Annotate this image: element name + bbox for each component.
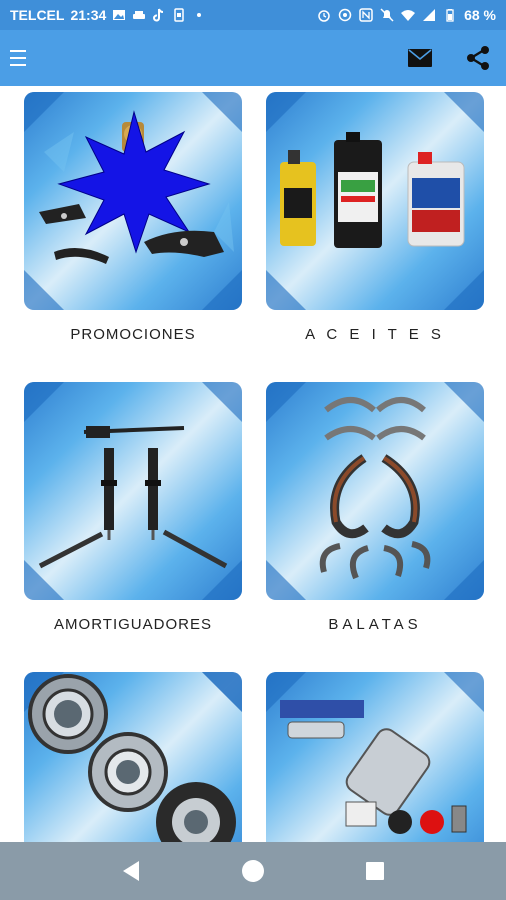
app-bar [0, 30, 506, 86]
sim-icon [172, 8, 186, 22]
category-label: AMORTIGUADORES [54, 616, 212, 633]
category-card-fuel-pumps[interactable] [266, 672, 484, 842]
category-label: BALATAS [328, 616, 422, 633]
home-icon[interactable] [239, 857, 267, 885]
status-bar: TELCEL 21:34 68 % [0, 0, 506, 30]
category-tile[interactable] [24, 672, 242, 842]
fuel-pump-icon [280, 700, 467, 834]
shock-absorbers-icon [38, 426, 228, 569]
category-card-bearings[interactable] [24, 672, 242, 842]
wifi-icon [401, 8, 416, 22]
alarm-icon [317, 8, 331, 22]
menu-icon[interactable] [10, 46, 34, 70]
category-tile[interactable] [266, 382, 484, 600]
carrier-text: TELCEL [10, 7, 65, 23]
dot-icon [192, 8, 206, 22]
share-icon[interactable] [464, 44, 492, 72]
battery-icon [443, 8, 457, 22]
car-icon [132, 8, 146, 22]
tiktok-icon [152, 8, 166, 22]
category-card-promociones[interactable]: PROMOCIONES [24, 92, 242, 343]
category-card-amortiguadores[interactable]: AMORTIGUADORES [24, 382, 242, 633]
recents-icon[interactable] [361, 857, 389, 885]
battery-percent: 68 % [464, 7, 496, 23]
category-label: A C E I T E S [305, 326, 445, 343]
nfc-icon [359, 8, 373, 22]
system-nav-bar [0, 842, 506, 900]
oil-bottles-icon [280, 132, 465, 248]
back-icon[interactable] [117, 857, 145, 885]
data-saver-icon [338, 8, 352, 22]
mail-icon[interactable] [406, 44, 434, 72]
wheel-bearings-icon [28, 674, 236, 842]
category-tile[interactable] [24, 92, 242, 310]
category-card-balatas[interactable]: BALATAS [266, 382, 484, 633]
gallery-icon [112, 8, 126, 22]
category-grid: PROMOCIONES A C E I T E S AMORTIGUADORES… [0, 86, 506, 842]
brake-shoes-icon [319, 397, 431, 580]
promo-starburst-icon [39, 110, 224, 264]
category-tile[interactable] [266, 672, 484, 842]
category-label: PROMOCIONES [70, 326, 196, 343]
mute-icon [380, 8, 394, 22]
category-card-aceites[interactable]: A C E I T E S [266, 92, 484, 343]
clock-text: 21:34 [70, 7, 107, 23]
category-tile[interactable] [24, 382, 242, 600]
category-tile[interactable] [266, 92, 484, 310]
signal-icon [422, 8, 436, 22]
